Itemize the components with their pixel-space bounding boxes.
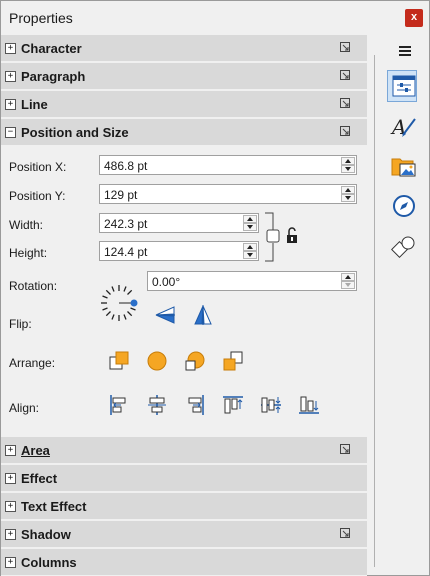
section-label: Area bbox=[21, 443, 50, 458]
window-title: Properties bbox=[9, 10, 73, 26]
flip-vertical-icon[interactable] bbox=[153, 303, 177, 327]
height-value: 124.4 pt bbox=[104, 245, 148, 259]
section-label: Position and Size bbox=[21, 125, 129, 140]
properties-deck-lower: + Area + Effect + Text Effect + Shadow +… bbox=[1, 437, 367, 576]
align-bottom-icon[interactable] bbox=[297, 393, 321, 417]
decrement-button[interactable] bbox=[243, 223, 257, 231]
expand-icon[interactable]: + bbox=[5, 473, 16, 484]
section-character[interactable]: + Character bbox=[1, 35, 367, 62]
section-position-and-size[interactable]: − Position and Size bbox=[1, 119, 367, 146]
more-options-icon[interactable] bbox=[340, 528, 351, 539]
section-label: Text Effect bbox=[21, 499, 87, 514]
keep-ratio-lock-icon[interactable] bbox=[263, 211, 303, 263]
increment-button[interactable] bbox=[341, 273, 355, 281]
rotation-value: 0.00° bbox=[152, 275, 181, 289]
shapes-icon[interactable] bbox=[389, 231, 419, 261]
expand-icon[interactable]: + bbox=[5, 557, 16, 568]
arrange-label: Arrange: bbox=[9, 356, 56, 370]
tab-bar-divider bbox=[374, 55, 375, 567]
section-paragraph[interactable]: + Paragraph bbox=[1, 63, 367, 90]
width-value: 242.3 pt bbox=[104, 217, 148, 231]
section-line[interactable]: + Line bbox=[1, 91, 367, 118]
section-label: Effect bbox=[21, 471, 58, 486]
position-x-field[interactable]: 486.8 pt bbox=[99, 155, 357, 175]
width-field[interactable]: 242.3 pt bbox=[99, 213, 259, 233]
width-label: Width: bbox=[9, 218, 44, 232]
bring-forward-icon[interactable] bbox=[145, 349, 169, 373]
send-backward-icon[interactable] bbox=[183, 349, 207, 373]
section-effect[interactable]: + Effect bbox=[1, 465, 367, 492]
more-options-icon[interactable] bbox=[340, 444, 351, 455]
menu-icon[interactable] bbox=[395, 41, 415, 61]
position-size-panel: Position X: 486.8 pt Position Y: 129 pt … bbox=[1, 147, 367, 437]
position-y-label: Position Y: bbox=[9, 189, 66, 203]
more-options-icon[interactable] bbox=[340, 42, 351, 53]
section-label: Shadow bbox=[21, 527, 71, 542]
expand-icon[interactable]: + bbox=[5, 501, 16, 512]
properties-icon[interactable] bbox=[389, 71, 419, 101]
expand-icon[interactable]: + bbox=[5, 43, 16, 54]
navigator-icon[interactable] bbox=[389, 191, 419, 221]
tab-bar: A bbox=[367, 35, 429, 575]
section-area[interactable]: + Area bbox=[1, 437, 367, 464]
section-label: Character bbox=[21, 41, 82, 56]
send-to-back-icon[interactable] bbox=[221, 349, 245, 373]
position-x-label: Position X: bbox=[9, 160, 67, 174]
more-options-icon[interactable] bbox=[340, 70, 351, 81]
decrement-button[interactable] bbox=[341, 165, 355, 173]
position-y-value: 129 pt bbox=[104, 188, 138, 202]
decrement-button[interactable] bbox=[243, 251, 257, 259]
increment-button[interactable] bbox=[243, 243, 257, 251]
decrement-button[interactable] bbox=[341, 281, 355, 289]
expand-icon[interactable]: + bbox=[5, 99, 16, 110]
increment-button[interactable] bbox=[341, 186, 355, 194]
section-shadow[interactable]: + Shadow bbox=[1, 521, 367, 548]
expand-icon[interactable]: + bbox=[5, 529, 16, 540]
align-left-icon[interactable] bbox=[107, 393, 131, 417]
align-top-icon[interactable] bbox=[221, 393, 245, 417]
height-field[interactable]: 124.4 pt bbox=[99, 241, 259, 261]
section-label: Paragraph bbox=[21, 69, 86, 84]
gallery-icon[interactable] bbox=[389, 151, 419, 181]
section-columns[interactable]: + Columns bbox=[1, 549, 367, 576]
collapse-icon[interactable]: − bbox=[5, 127, 16, 138]
rotation-dial[interactable] bbox=[97, 281, 141, 325]
title-bar: Properties x bbox=[1, 1, 429, 35]
expand-icon[interactable]: + bbox=[5, 445, 16, 456]
properties-window: Properties x + Character + Paragraph + L… bbox=[0, 0, 430, 576]
flip-horizontal-icon[interactable] bbox=[191, 303, 215, 327]
more-options-icon[interactable] bbox=[340, 126, 351, 137]
more-options-icon[interactable] bbox=[340, 98, 351, 109]
align-center-icon[interactable] bbox=[145, 393, 169, 417]
bring-to-front-icon[interactable] bbox=[107, 349, 131, 373]
styles-icon[interactable]: A bbox=[389, 111, 419, 141]
section-label: Line bbox=[21, 97, 48, 112]
decrement-button[interactable] bbox=[341, 194, 355, 202]
section-text-effect[interactable]: + Text Effect bbox=[1, 493, 367, 520]
align-right-icon[interactable] bbox=[183, 393, 207, 417]
section-label: Columns bbox=[21, 555, 77, 570]
flip-label: Flip: bbox=[9, 317, 32, 331]
rotation-label: Rotation: bbox=[9, 279, 58, 293]
position-x-value: 486.8 pt bbox=[104, 159, 148, 173]
position-y-field[interactable]: 129 pt bbox=[99, 184, 357, 204]
align-middle-icon[interactable] bbox=[259, 393, 283, 417]
rotation-field[interactable]: 0.00° bbox=[147, 271, 357, 291]
increment-button[interactable] bbox=[341, 157, 355, 165]
expand-icon[interactable]: + bbox=[5, 71, 16, 82]
height-label: Height: bbox=[9, 246, 48, 260]
increment-button[interactable] bbox=[243, 215, 257, 223]
close-button[interactable]: x bbox=[405, 9, 423, 27]
align-label: Align: bbox=[9, 401, 40, 415]
